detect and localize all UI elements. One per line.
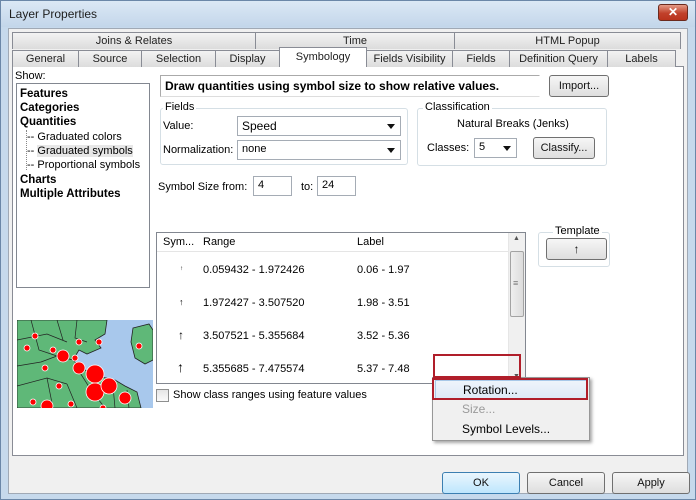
highlight-rotation-item	[432, 378, 588, 400]
symbol-size-to-input[interactable]: 24	[317, 176, 356, 196]
range-cell[interactable]: 5.355685 - 7.475574	[203, 363, 305, 375]
chevron-down-icon	[503, 146, 511, 151]
tab-symbology[interactable]: Symbology	[279, 47, 367, 67]
close-button[interactable]: ✕	[658, 4, 688, 21]
tab-fields-visibility[interactable]: Fields Visibility	[366, 50, 453, 67]
label-cell[interactable]: 0.06 - 1.97	[357, 264, 410, 276]
class-list-header: Sym... Range Label	[157, 233, 509, 252]
scroll-up-icon[interactable]: ▲	[513, 235, 520, 242]
proportional-symbols-label: Proportional symbols	[37, 159, 141, 171]
symbol-size-from-label: Symbol Size from:	[158, 181, 248, 193]
tree-item-charts[interactable]: Charts	[20, 174, 56, 186]
symbol-icon: ↑	[177, 359, 184, 375]
classes-value: 5	[479, 141, 486, 153]
grip-icon: ≡	[513, 278, 519, 288]
label-cell[interactable]: 5.37 - 7.48	[357, 363, 410, 375]
tab-source[interactable]: Source	[78, 50, 142, 67]
preview-map	[17, 320, 153, 408]
tab-display[interactable]: Display	[215, 50, 280, 67]
show-label: Show:	[15, 70, 46, 82]
value-field-value: Speed	[242, 119, 277, 133]
tree-item-multiple-attributes[interactable]: Multiple Attributes	[20, 188, 121, 200]
normalization-select[interactable]: none	[237, 140, 401, 160]
tab-html-popup[interactable]: HTML Popup	[454, 32, 681, 49]
tab-fields[interactable]: Fields	[452, 50, 510, 67]
tab-definition-query[interactable]: Definition Query	[509, 50, 608, 67]
range-cell[interactable]: 1.972427 - 3.507520	[203, 297, 305, 309]
class-row[interactable]: ↑ 1.972427 - 3.507520 1.98 - 3.51	[157, 287, 509, 320]
ok-button[interactable]: OK	[442, 472, 520, 494]
value-field-select[interactable]: Speed	[237, 116, 401, 136]
normalization-value: none	[242, 143, 267, 155]
tree-item-graduated-colors[interactable]: -- Graduated colors	[27, 131, 122, 143]
chevron-down-icon	[387, 124, 395, 129]
renderer-description: Draw quantities using symbol size to sho…	[160, 75, 540, 97]
tree-item-graduated-symbols[interactable]: -- Graduated symbols	[27, 145, 133, 157]
graduated-symbols-label: Graduated symbols	[37, 145, 133, 157]
classification-method: Natural Breaks (Jenks)	[457, 118, 569, 130]
tree-item-quantities[interactable]: Quantities	[20, 116, 76, 128]
header-range[interactable]: Range	[203, 236, 235, 248]
label-cell[interactable]: 1.98 - 3.51	[357, 297, 410, 309]
fields-group-label: Fields	[163, 101, 197, 113]
template-symbol-button[interactable]: ↑	[546, 238, 607, 260]
tree-item-categories[interactable]: Categories	[20, 102, 79, 114]
tab-joins-relates[interactable]: Joins & Relates	[12, 32, 256, 49]
symbol-icon: ↑	[179, 297, 184, 307]
normalization-label: Normalization:	[163, 144, 234, 156]
symbol-size-from-input[interactable]: 4	[253, 176, 292, 196]
layer-properties-dialog: Layer Properties ✕ Joins & Relates Time …	[0, 0, 696, 500]
class-row[interactable]: ↑ 3.507521 - 5.355684 3.52 - 5.36	[157, 320, 509, 353]
label-cell[interactable]: 3.52 - 5.36	[357, 330, 410, 342]
classification-group-label: Classification	[423, 101, 492, 113]
scroll-thumb[interactable]: ≡	[510, 251, 524, 317]
title-bar[interactable]: Layer Properties ✕	[1, 1, 695, 27]
header-symbol[interactable]: Sym...	[163, 236, 194, 248]
header-label[interactable]: Label	[357, 236, 384, 248]
classes-label: Classes:	[427, 142, 470, 154]
template-label: Template	[553, 225, 602, 237]
range-cell[interactable]: 0.059432 - 1.972426	[203, 264, 305, 276]
class-row[interactable]: ↑ 0.059432 - 1.972426 0.06 - 1.97	[157, 254, 509, 287]
tab-labels[interactable]: Labels	[607, 50, 676, 67]
show-class-ranges-checkbox[interactable]	[156, 389, 169, 402]
symbol-icon: ↑	[180, 266, 183, 272]
graduated-colors-label: Graduated colors	[37, 131, 122, 143]
import-button[interactable]: Import...	[549, 75, 609, 97]
show-tree: Features Categories Quantities -- Gradua…	[16, 83, 150, 288]
map-graphic	[17, 320, 153, 408]
menu-item-size: Size...	[462, 402, 496, 416]
chevron-down-icon	[387, 148, 395, 153]
window-title: Layer Properties	[9, 7, 98, 21]
apply-button[interactable]: Apply	[612, 472, 690, 494]
symbol-icon: ↑	[178, 328, 184, 342]
range-cell[interactable]: 3.507521 - 5.355684	[203, 330, 305, 342]
symbol-size-to-label: to:	[301, 181, 314, 193]
menu-item-symbol-levels[interactable]: Symbol Levels...	[435, 420, 587, 440]
classify-button[interactable]: Classify...	[533, 137, 595, 159]
tab-selection[interactable]: Selection	[141, 50, 216, 67]
show-class-ranges-label: Show class ranges using feature values	[173, 389, 367, 401]
arrow-up-symbol-icon: ↑	[573, 242, 580, 256]
tree-item-features[interactable]: Features	[20, 88, 68, 100]
classes-select[interactable]: 5	[474, 138, 517, 158]
cancel-button[interactable]: Cancel	[527, 472, 605, 494]
highlight-advanced-button	[433, 354, 521, 378]
tab-general[interactable]: General	[12, 50, 79, 67]
close-icon: ✕	[667, 5, 679, 19]
tab-row-bottom: General Source Selection Display Symbolo…	[12, 47, 676, 67]
value-label: Value:	[163, 120, 194, 132]
tree-item-proportional-symbols[interactable]: -- Proportional symbols	[27, 159, 140, 171]
